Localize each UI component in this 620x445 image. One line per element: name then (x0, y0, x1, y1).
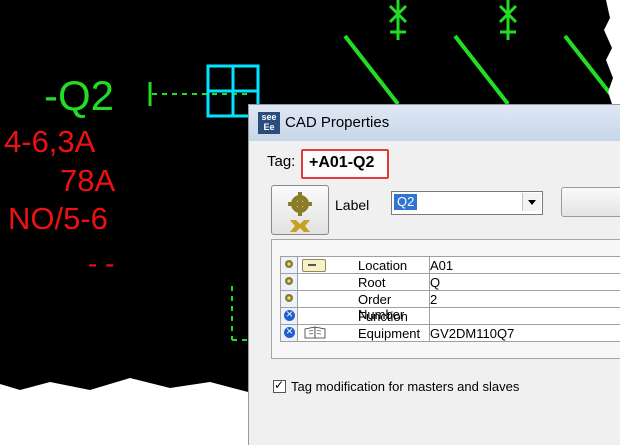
folder-icon (302, 259, 326, 272)
device-reference-label: -Q2 (44, 72, 114, 120)
gear-cross-icon (272, 186, 328, 234)
property-name: Root (298, 274, 430, 291)
property-row-root[interactable]: Root Q (281, 274, 620, 291)
property-value[interactable]: A01 (430, 257, 620, 274)
property-row-location[interactable]: Location A01 (281, 257, 620, 274)
tag-caption: Tag: (267, 153, 295, 170)
property-name: Function (298, 308, 430, 325)
property-label: Function (358, 309, 408, 324)
app-icon-text-bottom: Ee (258, 122, 280, 132)
rating-trip-current: 78A (60, 163, 115, 199)
gear-icon (281, 291, 298, 308)
rating-auxiliary-contact: NO/5-6 (8, 201, 108, 237)
app-icon-text-top: see (258, 112, 280, 122)
tag-value: +A01-Q2 (309, 154, 374, 172)
tag-value-highlight: +A01-Q2 (301, 149, 389, 179)
property-name: Equipment (298, 325, 430, 342)
chevron-down-icon[interactable] (522, 193, 541, 211)
cad-properties-dialog: see Ee CAD Properties Tag: +A01-Q2 Label… (248, 104, 620, 445)
tag-modification-label: Tag modification for masters and slaves (291, 379, 519, 394)
property-value[interactable] (430, 308, 620, 325)
property-row-order-number[interactable]: Order Number 2 (281, 291, 620, 308)
label-dropdown-value: Q2 (394, 194, 417, 210)
properties-grid-frame: Location A01 Root Q Order Number 2 (271, 239, 620, 359)
property-label: Equipment (358, 326, 420, 341)
dialog-titlebar[interactable]: see Ee CAD Properties (249, 105, 620, 141)
label-caption: Label (335, 197, 369, 213)
rating-placeholder: - - (88, 248, 114, 280)
app-icon: see Ee (258, 112, 280, 134)
gear-icon (281, 274, 298, 291)
gear-icon (281, 257, 298, 274)
label-dropdown[interactable]: Q2 (391, 191, 543, 215)
function-icon (281, 325, 298, 342)
properties-grid: Location A01 Root Q Order Number 2 (280, 256, 620, 342)
property-value[interactable]: GV2DM110Q7 (430, 325, 620, 342)
property-value[interactable]: 2 (430, 291, 620, 308)
property-label: Location (358, 258, 407, 273)
property-label: Root (358, 275, 385, 290)
property-value[interactable]: Q (430, 274, 620, 291)
property-name: Location (298, 257, 430, 274)
property-name: Order Number (298, 291, 430, 308)
side-button[interactable] (561, 187, 620, 217)
properties-gear-button[interactable] (271, 185, 329, 235)
window-title: CAD Properties (285, 114, 389, 131)
property-row-equipment[interactable]: Equipment GV2DM110Q7 (281, 325, 620, 342)
property-row-function[interactable]: Function (281, 308, 620, 325)
book-icon (302, 326, 328, 339)
function-icon (281, 308, 298, 325)
rating-current-range: 4-6,3A (4, 124, 95, 160)
tag-modification-checkbox[interactable] (273, 380, 286, 393)
